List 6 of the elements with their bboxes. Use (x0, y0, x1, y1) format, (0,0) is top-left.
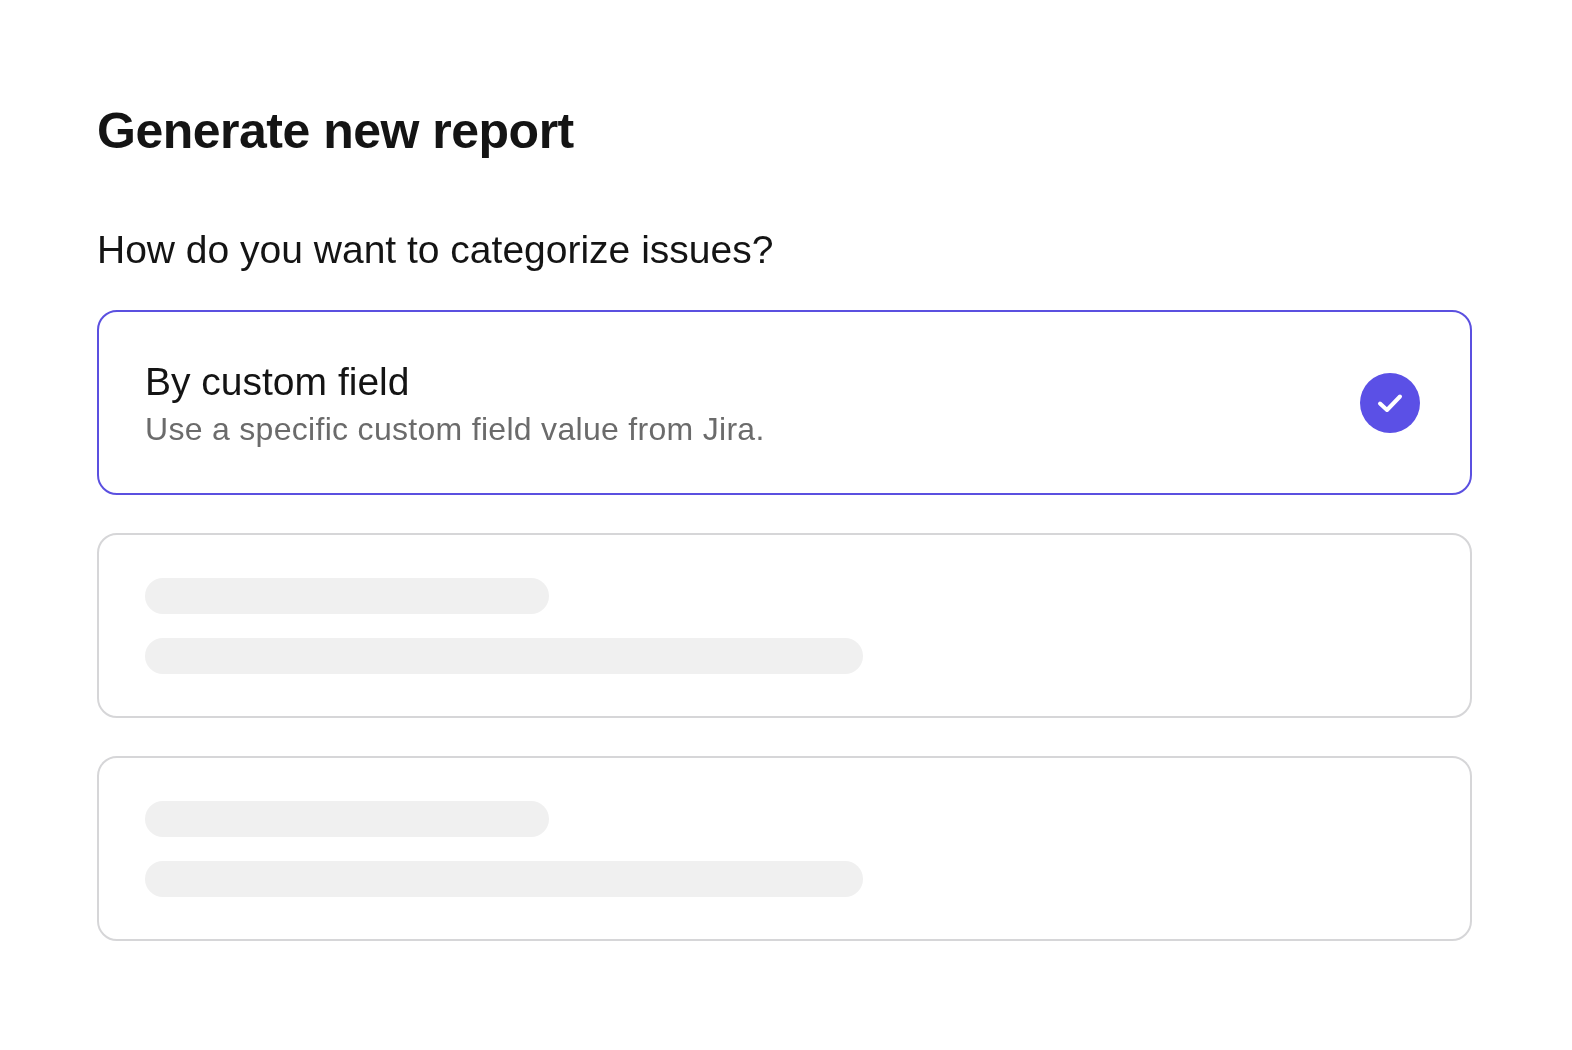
question-label: How do you want to categorize issues? (97, 227, 775, 273)
option-title: By custom field (145, 358, 411, 405)
check-icon (1360, 372, 1420, 433)
option-description: Use a specific custom field value from Jira. (145, 409, 766, 449)
page-title: Generate new report (97, 102, 574, 161)
option-card[interactable]: By custom field Use a specific custom field value from Jira. (97, 310, 1472, 495)
